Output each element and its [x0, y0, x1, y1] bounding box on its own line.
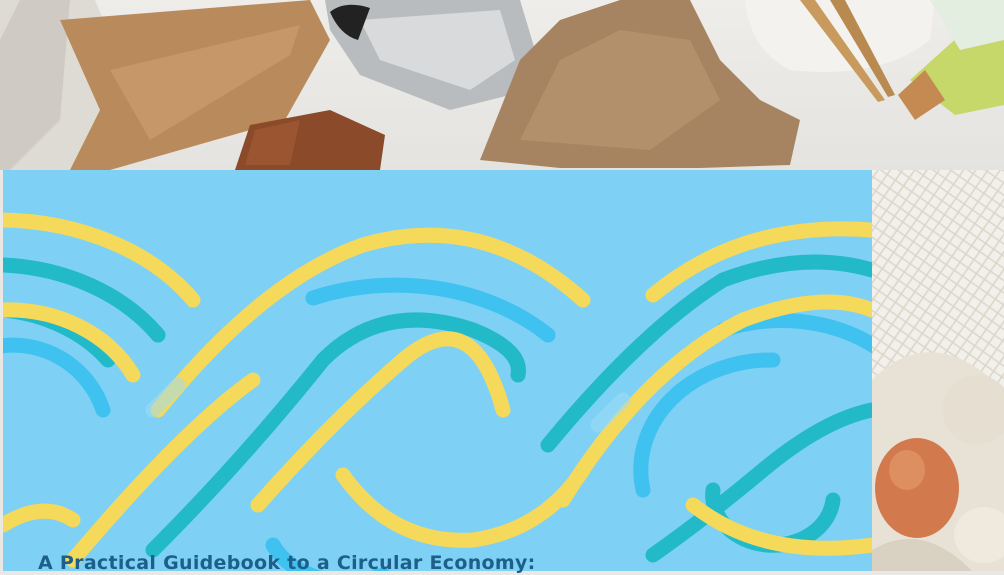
top-photo: [0, 0, 1004, 170]
right-photo: [872, 170, 1004, 571]
zero-waste-items-illustration: [0, 0, 1004, 170]
cover-panel: [3, 170, 872, 571]
cover-title: A Practical Guidebook to a Circular Econ…: [38, 552, 536, 574]
mesh-bag-eggs-illustration: [872, 170, 1004, 571]
teal-waves: [3, 254, 872, 563]
wave-pattern: [3, 212, 872, 571]
